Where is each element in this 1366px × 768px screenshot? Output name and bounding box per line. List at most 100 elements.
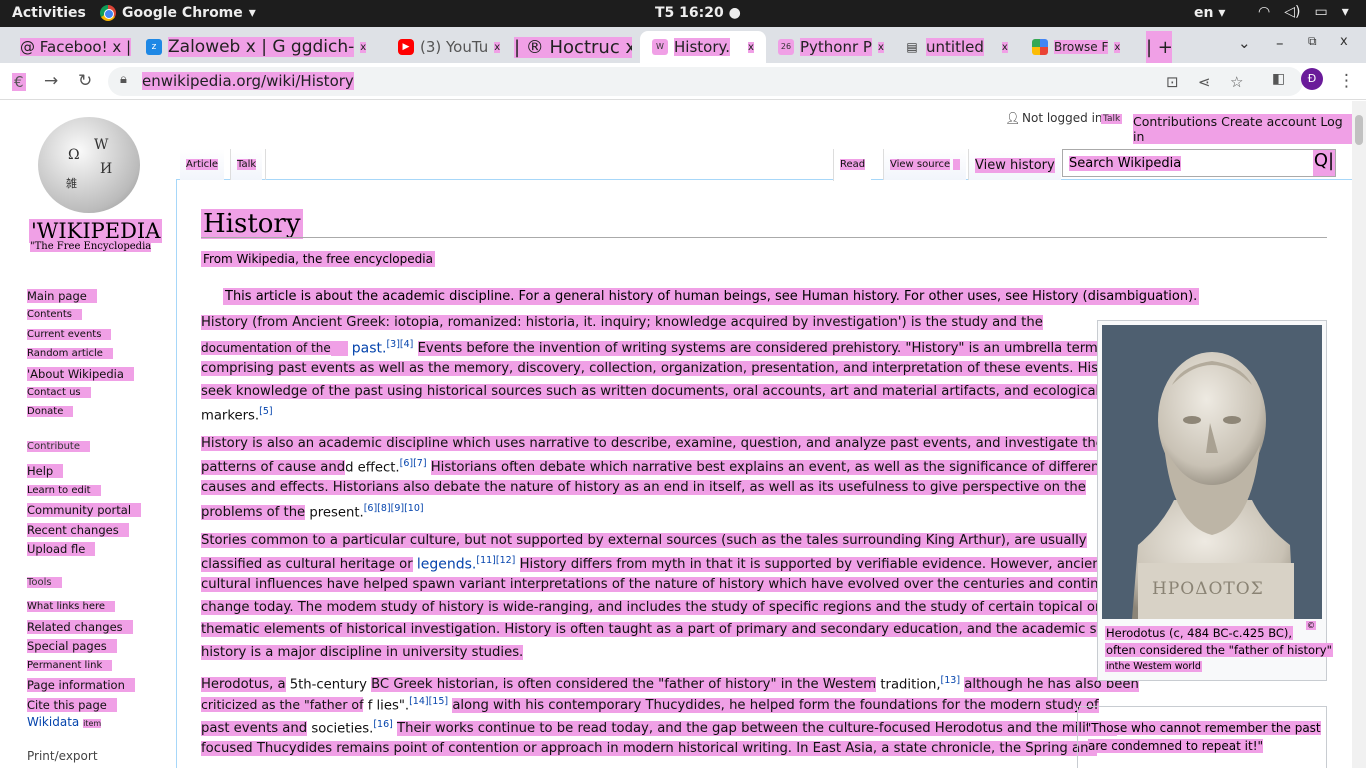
text: focused Thucydides remains point of cont… bbox=[201, 741, 1097, 756]
paragraph-line: markers.[5] bbox=[201, 403, 273, 425]
paragraph-line: change today. The modem study of history… bbox=[201, 599, 1101, 617]
sidebar-item-permanent-link[interactable]: Permanent link bbox=[27, 660, 113, 671]
tab-hoctruc[interactable]: | ® Hoctruc x bbox=[514, 31, 632, 63]
tab-view-source[interactable]: View source bbox=[883, 149, 966, 180]
page-scrollbar[interactable] bbox=[1352, 101, 1366, 768]
scrollbar-thumb[interactable] bbox=[1355, 115, 1363, 145]
text: cultural influences have helped spawn va… bbox=[201, 577, 1133, 592]
text: change today. The modem study of history… bbox=[201, 600, 1101, 615]
activities-button[interactable]: Activities bbox=[12, 5, 86, 21]
sidebar-item-wikidata[interactable]: Wikidata item bbox=[27, 715, 111, 729]
tab-view-history[interactable]: View history bbox=[968, 149, 1061, 180]
system-tray[interactable]: ◠ ◁) ▭ ▾ bbox=[1258, 4, 1349, 20]
close-icon[interactable]: x bbox=[1114, 41, 1121, 53]
search-wikipedia[interactable]: Search Wikipedia Q| bbox=[1062, 149, 1336, 177]
legends-link[interactable]: legends. bbox=[417, 556, 477, 572]
sidebar-item-current-events[interactable]: Current events bbox=[27, 329, 112, 340]
text: f lies". bbox=[367, 698, 410, 714]
citation-ref[interactable]: [14][15] bbox=[409, 696, 448, 707]
back-button[interactable]: € bbox=[12, 73, 26, 91]
window-close-icon[interactable]: x bbox=[1340, 34, 1348, 49]
sidebar-item-related-changes[interactable]: Related changes bbox=[27, 620, 133, 634]
address-bar[interactable]: 🔒︎ enwikipedia.org/wiki/History ⊡ ⋖ ☆ bbox=[108, 67, 1303, 96]
clock[interactable]: T5 16:20 ● bbox=[655, 5, 741, 21]
tab-talk[interactable]: Talk bbox=[230, 149, 263, 180]
paragraph-line: patterns of cause andd effect.[6][7] His… bbox=[201, 455, 1105, 477]
close-icon[interactable]: x bbox=[360, 41, 367, 53]
close-icon[interactable]: x bbox=[877, 41, 884, 53]
share-icon[interactable]: ⋖ bbox=[1198, 73, 1211, 91]
tab-read[interactable]: Read bbox=[833, 149, 872, 181]
sidebar-item-recent-changes[interactable]: Recent changes bbox=[27, 523, 129, 537]
tab-title: untitled bbox=[926, 38, 984, 56]
tab-search-chevron-icon[interactable]: ⌄ bbox=[1238, 34, 1251, 52]
sidebar-item-help[interactable]: Help bbox=[27, 464, 64, 478]
tab-browse[interactable]: Browse F x bbox=[1032, 31, 1138, 63]
menu-kebab-icon[interactable]: ⋮ bbox=[1338, 71, 1355, 91]
text: thematic elements of historical investig… bbox=[201, 622, 1144, 637]
url-text: enwikipedia.org/wiki/History bbox=[142, 72, 354, 90]
minimize-icon[interactable]: – bbox=[1276, 34, 1284, 52]
tab-zalo[interactable]: z Zaloweb x | G ggdich- x bbox=[146, 31, 382, 63]
citation-ref[interactable]: [16] bbox=[373, 719, 393, 730]
user-icon: 👤︎ bbox=[1005, 111, 1021, 125]
wikipedia-globe-logo[interactable]: Ω W И 雑 bbox=[38, 117, 140, 213]
citation-ref[interactable]: [5] bbox=[259, 406, 272, 417]
wikipedia-wordmark[interactable]: 'WIKIPEDIA bbox=[29, 219, 163, 243]
sidebar-item-contents[interactable]: Contents bbox=[27, 309, 82, 320]
search-icon[interactable]: Q| bbox=[1313, 150, 1335, 176]
search-input[interactable]: Search Wikipedia bbox=[1069, 156, 1182, 171]
tab-python[interactable]: 26 Pythonr P x bbox=[778, 31, 886, 63]
side-panel-icon[interactable]: ◧ bbox=[1272, 71, 1285, 87]
sidebar-item-cite-this-page[interactable]: Cite this page bbox=[27, 698, 117, 712]
text: societies. bbox=[311, 721, 374, 737]
tab-untitled[interactable]: ▤ untitled x bbox=[904, 31, 1010, 63]
account-links[interactable]: Contributions Create account Log in bbox=[1133, 114, 1352, 144]
tab-youtube[interactable]: ▶ (3) YouTu x bbox=[398, 31, 508, 63]
sidebar-item-community-portal[interactable]: Community portal bbox=[27, 503, 142, 517]
text: criticized as the "father of bbox=[201, 697, 364, 713]
citation-ref[interactable]: [13] bbox=[941, 675, 961, 686]
sidebar-item-page-information[interactable]: Page information bbox=[27, 678, 135, 692]
text: causes and effects. Historians also deba… bbox=[201, 480, 1086, 495]
bookmark-star-icon[interactable]: ☆ bbox=[1230, 73, 1243, 91]
citation-ref[interactable]: [11][12] bbox=[476, 555, 515, 566]
tab-title: Pythonr P bbox=[800, 38, 872, 56]
sidebar-item-main-page[interactable]: Main page bbox=[27, 289, 97, 303]
new-tab-button[interactable]: | + bbox=[1146, 31, 1172, 63]
tab-title: Browse F bbox=[1054, 40, 1109, 54]
reload-icon[interactable]: ↻ bbox=[78, 71, 92, 91]
hatnote[interactable]: This article is about the academic disci… bbox=[223, 288, 1200, 305]
citation-ref[interactable]: [6][8][9][10] bbox=[364, 503, 424, 514]
past-link[interactable]: past. bbox=[352, 340, 387, 356]
language-indicator[interactable]: en ▾ bbox=[1194, 5, 1225, 21]
forward-icon[interactable]: → bbox=[44, 71, 58, 91]
sidebar-heading-contribute: Contribute bbox=[27, 441, 91, 452]
citation-ref[interactable]: [6][7] bbox=[400, 458, 427, 469]
app-menu[interactable]: Google Chrome ▾ bbox=[100, 5, 256, 21]
close-icon[interactable]: x bbox=[1001, 41, 1008, 53]
close-icon[interactable]: x bbox=[494, 41, 501, 53]
sidebar-item-upload-file[interactable]: Upload fle bbox=[27, 542, 96, 556]
sidebar-item-donate[interactable]: Donate bbox=[27, 406, 74, 417]
sidebar-item-random-article[interactable]: Random article bbox=[27, 348, 113, 359]
tab-article[interactable]: Article bbox=[180, 149, 225, 180]
restore-icon[interactable]: ⧉ bbox=[1308, 34, 1317, 49]
text: markers. bbox=[201, 408, 260, 424]
citation-ref[interactable]: [3][4] bbox=[386, 339, 413, 350]
chevron-down-icon: ▾ bbox=[1341, 4, 1349, 20]
sidebar-item-contact[interactable]: Contact us bbox=[27, 387, 91, 398]
sidebar-item-what-links-here[interactable]: What links here bbox=[27, 601, 116, 612]
talk-link[interactable]: Talk bbox=[1101, 114, 1123, 124]
tab-history[interactable]: W History. x bbox=[640, 31, 766, 63]
present-link[interactable]: present. bbox=[309, 505, 363, 520]
herodotus-bust-image[interactable]: ΗΡΟΔΟΤΟΣ bbox=[1102, 325, 1322, 619]
sidebar-item-about[interactable]: 'About Wikipedia bbox=[27, 367, 134, 381]
close-icon[interactable]: x bbox=[748, 41, 754, 53]
sidebar-item-special-pages[interactable]: Special pages bbox=[27, 639, 117, 653]
sidebar-item-learn-to-edit[interactable]: Learn to edit bbox=[27, 485, 101, 496]
translate-icon[interactable]: ⊡ bbox=[1166, 73, 1179, 91]
profile-avatar[interactable]: Đ bbox=[1301, 68, 1323, 90]
tab-facebook[interactable]: @ Faceboo! x | bbox=[20, 31, 138, 63]
enlarge-icon[interactable]: © bbox=[1306, 621, 1316, 630]
